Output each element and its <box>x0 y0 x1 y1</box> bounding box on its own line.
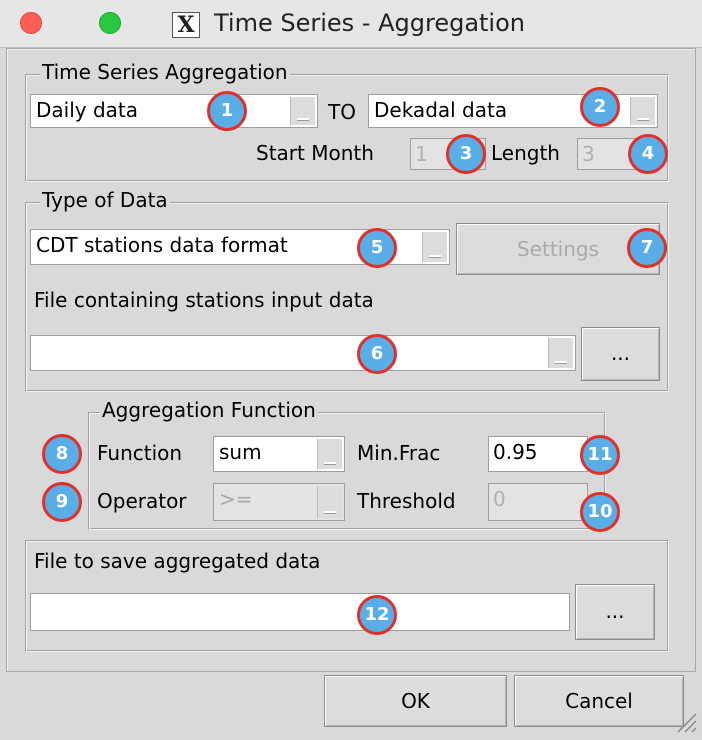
length-label: Length <box>491 141 560 165</box>
chevron-down-icon[interactable] <box>290 97 315 125</box>
to-label: TO <box>328 100 356 124</box>
data-format-value: CDT stations data format <box>36 233 288 257</box>
from-timestep-combo[interactable]: Daily data <box>30 94 318 128</box>
browse-input-file-button[interactable]: ... <box>581 327 660 381</box>
callout-badge: 2 <box>580 87 620 127</box>
close-window-icon[interactable] <box>20 12 42 34</box>
from-timestep-value: Daily data <box>36 98 139 122</box>
callout-badge: 1 <box>207 91 247 131</box>
window-title: Time Series - Aggregation <box>214 9 525 37</box>
callout-badge: 11 <box>580 435 620 475</box>
callout-badge: 12 <box>357 595 397 635</box>
function-value: sum <box>219 440 262 464</box>
callout-badge: 7 <box>627 228 667 268</box>
zoom-window-icon[interactable] <box>99 12 121 34</box>
chevron-down-icon[interactable] <box>630 97 655 125</box>
operator-combo[interactable]: >= <box>213 483 345 521</box>
callout-badge: 3 <box>446 134 486 174</box>
threshold-input[interactable]: 0 <box>488 483 588 521</box>
threshold-label: Threshold <box>357 489 456 513</box>
title-bar: X Time Series - Aggregation <box>0 0 702 48</box>
input-file-combo[interactable] <box>30 335 576 371</box>
callout-badge: 8 <box>42 434 82 474</box>
chevron-down-icon[interactable] <box>548 338 573 368</box>
min-frac-label: Min.Frac <box>357 441 441 465</box>
callout-badge: 6 <box>357 334 397 374</box>
operator-value: >= <box>219 487 253 511</box>
x11-app-icon: X <box>172 12 200 38</box>
function-group-legend: Aggregation Function <box>100 398 318 422</box>
browse-save-file-button[interactable]: ... <box>575 584 655 640</box>
operator-label: Operator <box>97 489 187 513</box>
cancel-button[interactable]: Cancel <box>514 675 684 727</box>
resize-grip-icon[interactable] <box>672 708 698 734</box>
callout-badge: 4 <box>628 134 668 174</box>
callout-badge: 5 <box>357 228 397 268</box>
chevron-down-icon[interactable] <box>422 232 447 262</box>
min-frac-input[interactable]: 0.95 <box>488 436 588 472</box>
callout-badge: 10 <box>580 492 620 532</box>
chevron-down-icon[interactable] <box>317 486 342 518</box>
to-timestep-value: Dekadal data <box>374 98 508 122</box>
chevron-down-icon[interactable] <box>317 439 342 469</box>
start-month-label: Start Month <box>256 141 374 165</box>
ok-button[interactable]: OK <box>324 675 507 727</box>
aggregation-group <box>25 74 669 182</box>
function-combo[interactable]: sum <box>213 436 345 472</box>
input-file-label: File containing stations input data <box>34 288 374 312</box>
save-file-label: File to save aggregated data <box>34 549 321 573</box>
function-label: Function <box>97 441 183 465</box>
callout-badge: 9 <box>42 482 82 522</box>
data-type-group-legend: Type of Data <box>40 188 170 212</box>
save-file-input[interactable] <box>30 593 570 631</box>
aggregation-group-legend: Time Series Aggregation <box>40 60 290 84</box>
